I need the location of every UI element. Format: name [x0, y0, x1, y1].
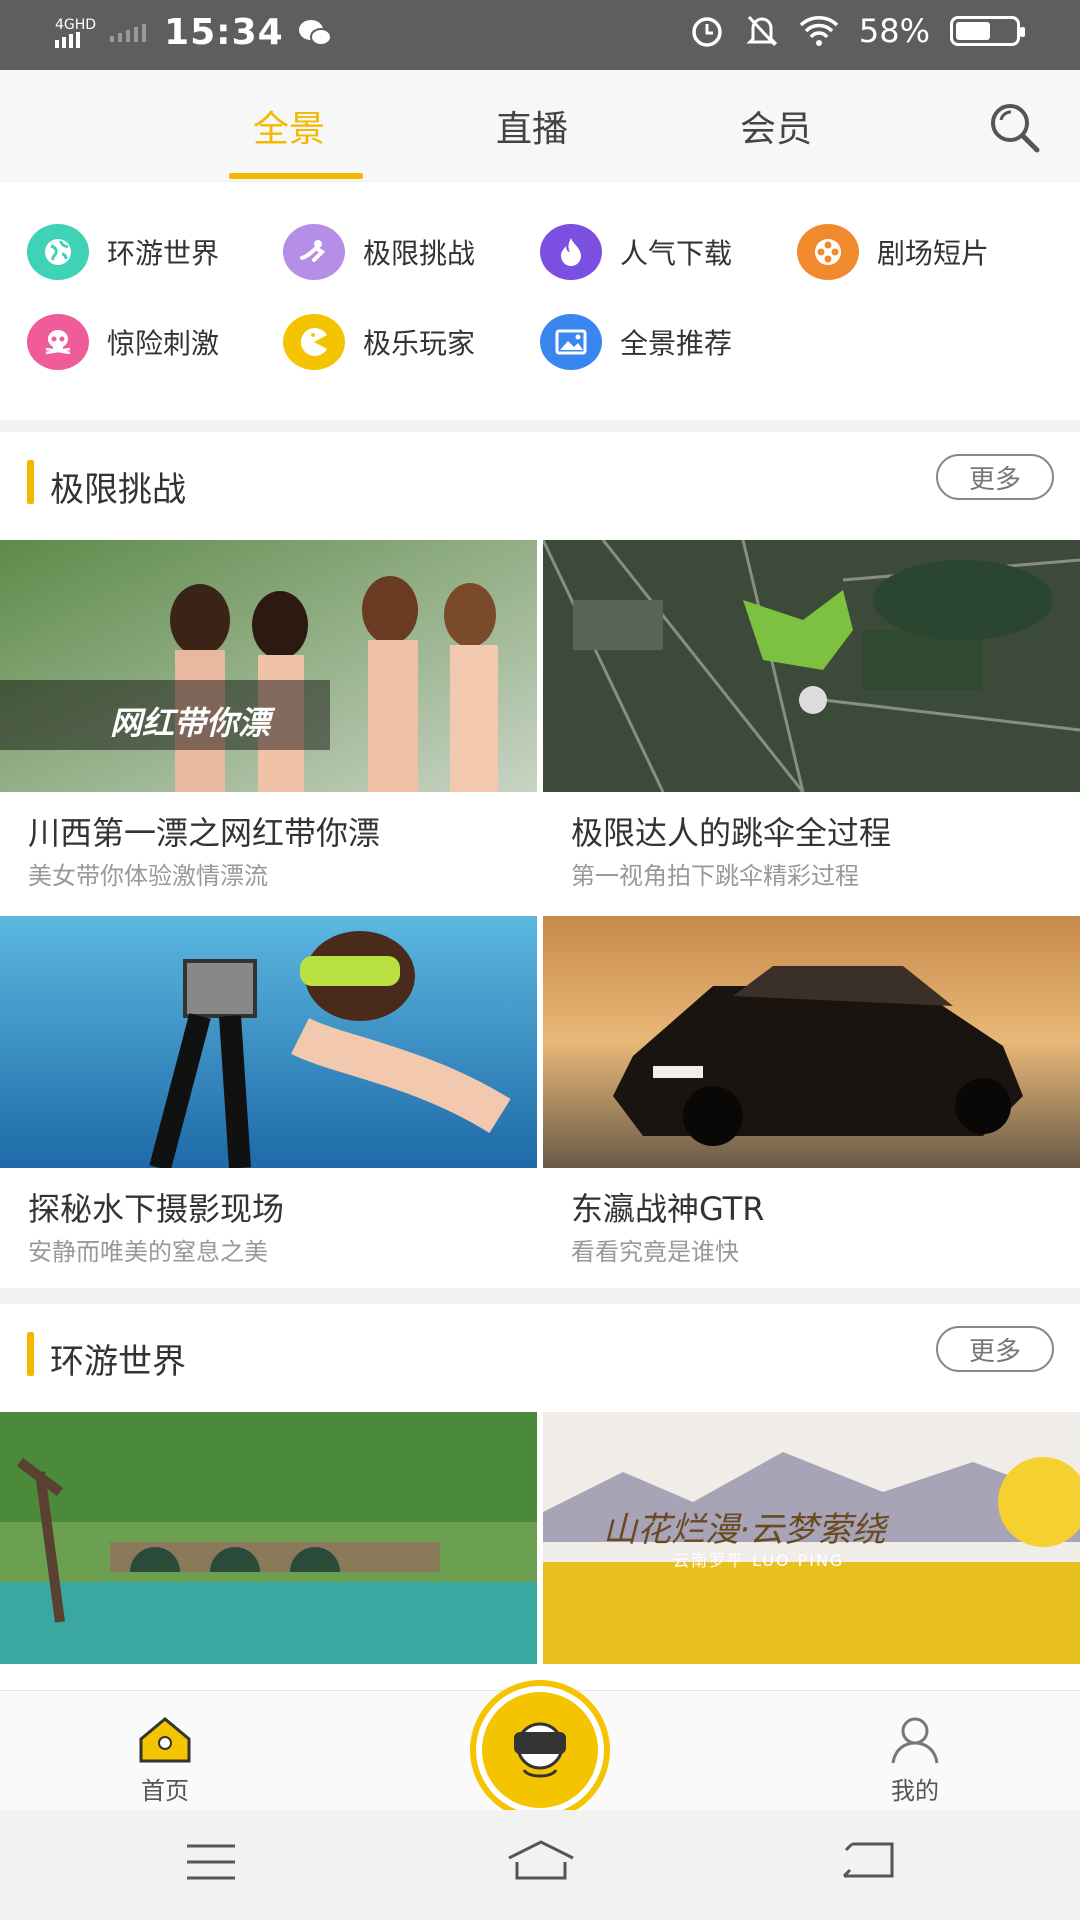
video-card[interactable]: 极限达人的跳伞全过程 第一视角拍下跳伞精彩过程: [543, 540, 1080, 916]
video-thumbnail[interactable]: [0, 916, 537, 1168]
thumbnail-overlay-text: 网红带你漂: [110, 704, 271, 742]
video-card[interactable]: 网红带你漂 川西第一漂之网红带你漂 美女带你体验激情漂流: [0, 540, 537, 916]
category-label: 全景推荐: [620, 327, 733, 360]
category-popular-downloads[interactable]: 人气下载: [540, 224, 732, 280]
card-title: 探秘水下摄影现场: [28, 1190, 285, 1228]
film-reel-icon: [797, 224, 859, 280]
skull-icon: [27, 314, 89, 370]
section-header: 极限挑战 更多: [0, 432, 1080, 540]
tab-live[interactable]: 直播: [496, 100, 568, 152]
search-icon[interactable]: [987, 100, 1042, 155]
system-nav-bar: [0, 1810, 1080, 1920]
video-card[interactable]: 探秘水下摄影现场 安静而唯美的窒息之美: [0, 916, 537, 1288]
video-thumbnail[interactable]: 网红带你漂: [0, 540, 537, 792]
nav-label: 我的: [891, 1777, 939, 1805]
status-bar: 4GHD 15:34 58%: [0, 0, 1080, 70]
nav-label: 首页: [141, 1777, 189, 1805]
flame-icon: [540, 224, 602, 280]
category-grid: 环游世界 极限挑战 人气下载 剧场短片 惊险刺激 极乐玩家 全景推荐: [0, 182, 1080, 420]
section-extreme-challenge: 极限挑战 更多 网红带你漂 川西第一漂之网红带你漂 美女带你体验激情漂流 极限达…: [0, 432, 1080, 1288]
signal-2-icon: [110, 23, 147, 42]
vr-headset-icon: [514, 1722, 566, 1778]
category-fun-players[interactable]: 极乐玩家: [283, 314, 475, 370]
dive-icon: [283, 224, 345, 280]
category-theater-shorts[interactable]: 剧场短片: [797, 224, 989, 280]
network-type: 4GHD: [55, 16, 97, 33]
card-subtitle: 安静而唯美的窒息之美: [28, 1238, 268, 1266]
vr-mode-button[interactable]: [470, 1680, 610, 1820]
card-subtitle: 看看究竟是谁快: [571, 1238, 739, 1266]
video-thumbnail[interactable]: [543, 916, 1080, 1168]
category-label: 人气下载: [620, 237, 733, 270]
picture-icon: [540, 314, 602, 370]
video-card[interactable]: [0, 1412, 537, 1690]
thumbnail-overlay-text: 山花烂漫·云梦萦绕: [603, 1510, 886, 1550]
globe-icon: [27, 224, 89, 280]
card-subtitle: 第一视角拍下跳伞精彩过程: [571, 862, 859, 890]
section-header: 环游世界 更多: [0, 1304, 1080, 1412]
more-button[interactable]: 更多: [936, 1326, 1054, 1372]
video-thumbnail[interactable]: [543, 540, 1080, 792]
nav-home[interactable]: 首页: [130, 1713, 200, 1806]
category-travel-world[interactable]: 环游世界: [27, 224, 219, 280]
top-tab-bar: 全景 直播 会员: [0, 70, 1080, 180]
wechat-icon: [298, 19, 332, 46]
wifi-icon: [799, 16, 839, 46]
tab-vip[interactable]: 会员: [740, 100, 812, 152]
category-extreme-challenge[interactable]: 极限挑战: [283, 224, 475, 280]
category-label: 环游世界: [107, 237, 220, 270]
card-title: 极限达人的跳伞全过程: [571, 814, 892, 852]
battery-icon: [950, 16, 1025, 46]
card-title: 川西第一漂之网红带你漂: [28, 814, 381, 852]
signal-icon: 4GHD: [55, 18, 96, 48]
video-thumbnail[interactable]: [0, 1412, 537, 1664]
nav-profile[interactable]: 我的: [880, 1713, 950, 1806]
back-icon[interactable]: [840, 1840, 896, 1880]
card-title: 东瀛战神GTR: [571, 1190, 765, 1228]
section-accent-bar: [27, 460, 34, 504]
video-thumbnail[interactable]: 山花烂漫·云梦萦绕 云南罗平 LUO PING: [543, 1412, 1080, 1664]
battery-percent: 58%: [858, 12, 930, 50]
tab-panorama[interactable]: 全景: [253, 100, 325, 152]
category-label: 极乐玩家: [363, 327, 476, 360]
pacman-icon: [283, 314, 345, 370]
section-title: 环游世界: [50, 1342, 186, 1382]
card-subtitle: 美女带你体验激情漂流: [28, 862, 268, 890]
section-travel-world: 环游世界 更多 山花烂漫·云梦萦绕 云南罗平 LUO PING: [0, 1304, 1080, 1690]
more-button[interactable]: 更多: [936, 454, 1054, 500]
category-label: 极限挑战: [363, 237, 476, 270]
menu-icon[interactable]: [185, 1842, 237, 1882]
section-title: 极限挑战: [50, 470, 186, 510]
section-accent-bar: [27, 1332, 34, 1376]
category-label: 惊险刺激: [107, 327, 220, 360]
user-icon: [891, 1717, 939, 1764]
home-icon: [139, 1717, 191, 1763]
category-label: 剧场短片: [877, 237, 990, 270]
system-home-icon[interactable]: [505, 1838, 577, 1882]
video-card[interactable]: 东瀛战神GTR 看看究竟是谁快: [543, 916, 1080, 1288]
alarm-icon: [692, 17, 722, 47]
thumbnail-overlay-subtext: 云南罗平 LUO PING: [673, 1551, 845, 1570]
clock: 15:34: [164, 12, 284, 53]
category-thrilling[interactable]: 惊险刺激: [27, 314, 219, 370]
category-panorama-recommend[interactable]: 全景推荐: [540, 314, 732, 370]
active-tab-indicator: [229, 173, 363, 179]
video-card[interactable]: 山花烂漫·云梦萦绕 云南罗平 LUO PING: [543, 1412, 1080, 1690]
mute-icon: [746, 15, 778, 47]
